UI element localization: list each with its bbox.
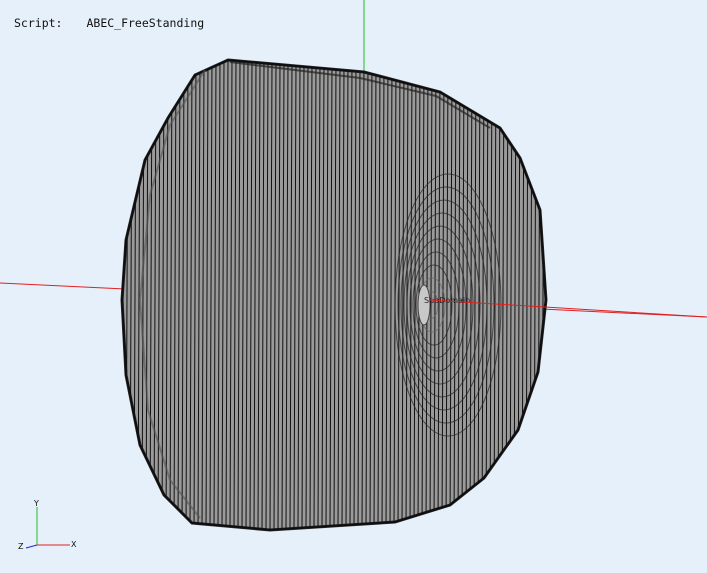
- throat-opening: [417, 284, 431, 326]
- orientation-triad: X Y Z: [18, 499, 77, 551]
- script-label: Script:: [14, 16, 63, 30]
- triad-z-axis: [25, 544, 38, 549]
- triad-x-label: X: [71, 540, 77, 549]
- scene-canvas[interactable]: SubDomain X Y Z: [0, 0, 707, 573]
- script-info: Script: ABEC_FreeStanding: [14, 16, 204, 30]
- triad-z-label: Z: [18, 542, 24, 551]
- triad-y-label: Y: [33, 499, 39, 508]
- script-name: ABEC_FreeStanding: [86, 16, 205, 30]
- mesh-body[interactable]: SubDomain: [120, 55, 548, 535]
- 3d-viewport[interactable]: SubDomain X Y Z Script: ABEC_FreeStanding: [0, 0, 707, 573]
